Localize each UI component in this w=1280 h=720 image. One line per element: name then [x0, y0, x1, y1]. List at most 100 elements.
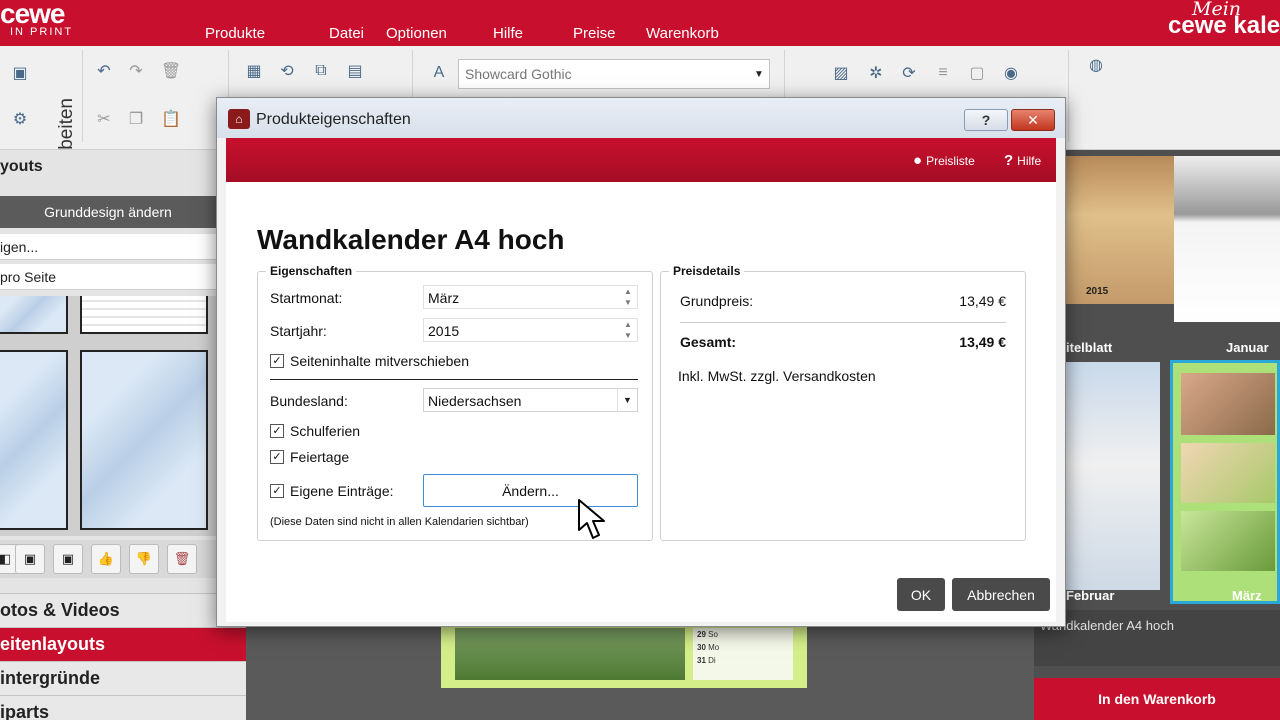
thumbs-down-icon[interactable]: 👎: [129, 544, 159, 574]
brand-text: cewe kale: [1168, 12, 1280, 39]
page-thumbnail-maerz-selected[interactable]: [1170, 360, 1280, 604]
delete-icon[interactable]: 🗑: [156, 56, 186, 86]
page-thumbnail-februar[interactable]: [1066, 362, 1160, 590]
add-page-icon[interactable]: ▣: [5, 58, 35, 88]
startjahr-stepper[interactable]: 2015 ▲ ▼: [423, 318, 638, 342]
layout-thumbnail[interactable]: [0, 296, 68, 334]
checkmark-icon[interactable]: ✓: [270, 484, 284, 498]
effects-icon[interactable]: ✲: [861, 58, 891, 88]
add-to-cart-button[interactable]: In den Warenkorb: [1034, 678, 1280, 720]
layout-thumbnail-selected[interactable]: [80, 350, 208, 530]
menu-hilfe[interactable]: Hilfe: [493, 25, 573, 42]
panel-title: youts: [0, 158, 43, 175]
coins-icon: ●: [913, 152, 923, 169]
page-label-maerz: März: [1232, 588, 1262, 603]
page-label-februar: Februar: [1066, 588, 1115, 603]
menu-preise[interactable]: Preise: [573, 25, 646, 42]
image-edit-icon[interactable]: ▤: [340, 56, 370, 86]
cal-day: 30: [697, 643, 706, 652]
font-select-value: Showcard Gothic: [465, 66, 572, 82]
product-info: Wandkalender A4 hoch: [1034, 610, 1280, 666]
layout-thumbnail[interactable]: [0, 350, 68, 530]
rotate-icon[interactable]: ⟲: [272, 56, 302, 86]
dialog-titlebar[interactable]: ⌂ Produkteigenschaften ? ✕: [217, 98, 1065, 138]
schulferien-label: Schulferien: [290, 423, 361, 439]
layout-icon[interactable]: ▣: [53, 544, 83, 574]
cancel-button[interactable]: Abbrechen: [952, 578, 1050, 611]
redo-icon[interactable]: ↷: [121, 56, 151, 86]
toolbar-divider: [82, 50, 83, 142]
menu-datei[interactable]: Datei: [329, 25, 386, 42]
hilfe-link[interactable]: ? Hilfe: [1004, 152, 1041, 169]
globe-icon[interactable]: ◉: [996, 58, 1026, 88]
startmonat-value: März: [428, 290, 460, 306]
menu-optionen[interactable]: Optionen: [386, 25, 493, 42]
schulferien-checkbox[interactable]: ✓ Schulferien: [270, 423, 360, 439]
layout-thumbnail[interactable]: [80, 296, 208, 334]
question-icon: ?: [1004, 152, 1014, 169]
chevron-down-icon[interactable]: ▼: [749, 60, 769, 88]
category-photos-videos[interactable]: otos & Videos: [0, 593, 246, 627]
startjahr-value: 2015: [428, 323, 460, 339]
copy-icon[interactable]: ❐: [121, 104, 151, 134]
cut-icon[interactable]: ✂: [89, 104, 119, 134]
grid-icon[interactable]: ▦: [239, 56, 269, 86]
stepper-arrows-icon[interactable]: ▲ ▼: [619, 286, 637, 308]
font-select[interactable]: Showcard Gothic ▼: [458, 59, 770, 89]
checkmark-icon[interactable]: ✓: [270, 354, 284, 368]
grundpreis-label: Grundpreis:: [680, 293, 754, 309]
category-hintergruende[interactable]: intergründe: [0, 661, 246, 695]
eigene-eintraege-checkbox[interactable]: ✓ Eigene Einträge:: [270, 483, 394, 499]
arrange-icon[interactable]: ≡: [928, 58, 958, 88]
close-window-button[interactable]: ✕: [1011, 109, 1055, 131]
layer-icon[interactable]: ⧉: [306, 56, 336, 86]
cal-weekday: Mo: [708, 643, 720, 652]
question-icon: ?: [981, 112, 991, 128]
checkmark-icon[interactable]: ✓: [270, 450, 284, 464]
menu-produkte[interactable]: Produkte: [205, 25, 329, 42]
cal-weekday: So: [708, 630, 718, 639]
checkmark-icon[interactable]: ✓: [270, 424, 284, 438]
divider: [270, 379, 638, 380]
preisliste-link[interactable]: ● Preisliste: [913, 152, 975, 169]
product-title: Wandkalender A4 hoch: [257, 224, 565, 255]
divider: [680, 322, 1006, 323]
bundesland-select[interactable]: Niedersachsen ▼: [423, 388, 638, 412]
calendar-thumbnail[interactable]: [1174, 156, 1280, 322]
page-label-januar: Januar: [1226, 340, 1269, 355]
startmonat-stepper[interactable]: März ▲ ▼: [423, 285, 638, 309]
canvas-page-preview[interactable]: 29 So 30 Mo 31 Di: [441, 622, 807, 688]
app-icon: ⌂: [228, 109, 250, 129]
bundesland-label: Bundesland:: [270, 393, 348, 409]
layout-icon[interactable]: ▣: [15, 544, 45, 574]
frame-icon[interactable]: ▢: [962, 58, 992, 88]
online-globe-icon[interactable]: ◍: [1081, 50, 1111, 80]
layout-filter[interactable]: pro Seite: [0, 264, 216, 290]
trash-icon[interactable]: 🗑: [167, 544, 197, 574]
refresh-icon[interactable]: ⟳: [894, 58, 924, 88]
grunddesign-button[interactable]: Grunddesign ändern: [0, 196, 216, 228]
ok-button[interactable]: OK: [897, 578, 945, 611]
help-window-button[interactable]: ?: [964, 109, 1008, 131]
canvas-calendar-grid: 29 So 30 Mo 31 Di: [693, 628, 793, 680]
layout-option[interactable]: igen...: [0, 234, 216, 260]
category-cliparts[interactable]: iparts: [0, 695, 246, 720]
canvas-photo[interactable]: [455, 628, 685, 680]
cover-thumbnail[interactable]: 2015: [1066, 156, 1176, 304]
menu-warenkorb[interactable]: Warenkorb: [646, 25, 719, 42]
undo-icon[interactable]: ↶: [89, 56, 119, 86]
chevron-down-icon[interactable]: ▼: [617, 389, 637, 411]
seiteninhalte-checkbox[interactable]: ✓ Seiteninhalte mitverschieben: [270, 353, 469, 369]
settings-gear-icon[interactable]: ⚙: [5, 104, 35, 134]
category-seitenlayouts[interactable]: eitenlayouts: [0, 627, 246, 661]
produkteigenschaften-dialog: ⌂ Produkteigenschaften ? ✕ ● Preisliste …: [216, 97, 1066, 627]
thumbs-up-icon[interactable]: 👍: [91, 544, 121, 574]
paste-icon[interactable]: 📋: [156, 104, 186, 134]
insert-photo-icon[interactable]: ▨: [826, 58, 856, 88]
page-photo: [1181, 511, 1275, 571]
text-style-icon[interactable]: A: [424, 58, 454, 88]
feiertage-checkbox[interactable]: ✓ Feiertage: [270, 449, 349, 465]
hilfe-label: Hilfe: [1017, 153, 1042, 168]
stepper-arrows-icon[interactable]: ▲ ▼: [619, 319, 637, 341]
close-icon: ✕: [1027, 111, 1039, 128]
